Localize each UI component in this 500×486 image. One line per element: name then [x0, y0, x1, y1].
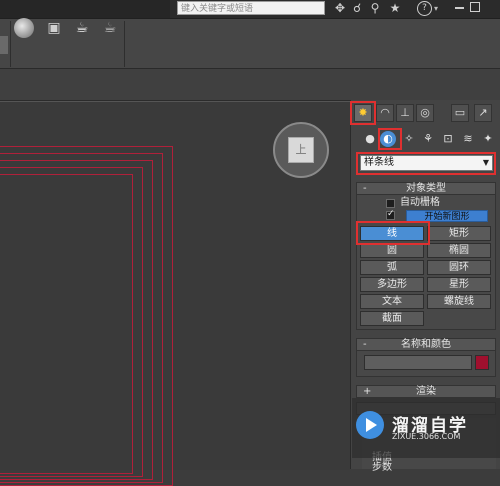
ngon-button[interactable]: 多边形	[360, 277, 424, 292]
watermark-url: ZIXUE.3066.COM	[392, 432, 461, 441]
watermark-logo-icon	[356, 411, 384, 439]
search-input[interactable]: 键入关键字或短语	[177, 1, 325, 15]
shapes-highlight	[378, 128, 402, 150]
object-color-swatch[interactable]	[475, 355, 489, 370]
create-tab-highlight	[350, 101, 376, 125]
display-tab-icon[interactable]: ▭	[451, 104, 469, 122]
render-setup-icon[interactable]	[14, 18, 34, 38]
donut-button[interactable]: 圆环	[427, 260, 491, 275]
steps-label: 步数	[372, 462, 392, 473]
communication-center-icon[interactable]: ⚲	[368, 1, 382, 15]
helix-button[interactable]: 螺旋线	[427, 294, 491, 309]
rectangle-button[interactable]: 矩形	[427, 226, 491, 241]
minimize-icon[interactable]	[455, 7, 464, 9]
rendered-frame-window-icon[interactable]: ▣	[44, 18, 64, 38]
render-production-icon[interactable]: ☕	[72, 18, 92, 38]
star-button[interactable]: 星形	[427, 277, 491, 292]
modify-tab-icon[interactable]: ◠	[376, 104, 394, 122]
section-button[interactable]: 截面	[360, 311, 424, 326]
utilities-tab-icon[interactable]: ↗	[474, 104, 492, 122]
object-type-rollout-header[interactable]: - 对象类型	[356, 182, 496, 195]
spline-rectangle[interactable]	[0, 174, 133, 474]
motion-tab-icon[interactable]: ◎	[416, 104, 434, 122]
toolbar-separator	[124, 21, 125, 67]
ellipse-button[interactable]: 椭圆	[427, 243, 491, 258]
circle-button[interactable]: 圆	[360, 243, 424, 258]
help-dropdown-icon[interactable]: ▾	[434, 4, 438, 13]
space-warps-icon[interactable]: ≋	[460, 131, 476, 147]
object-type-title: 对象类型	[406, 183, 446, 194]
arc-button[interactable]: 弧	[360, 260, 424, 275]
maximize-icon[interactable]	[470, 2, 480, 12]
secondary-toolbar	[0, 69, 500, 101]
render-iterative-icon[interactable]: ☕	[100, 18, 120, 38]
autogrid-checkbox[interactable]	[386, 199, 395, 208]
name-color-rollout-header[interactable]: - 名称和颜色	[356, 338, 496, 351]
subscription-icon[interactable]: ☌	[350, 1, 364, 15]
help-icon[interactable]: ?	[417, 1, 432, 16]
dropdown-highlight	[356, 152, 496, 175]
toolbar-edge-icon[interactable]	[0, 36, 8, 54]
favorites-star-icon[interactable]: ★	[388, 1, 402, 15]
line-button-highlight	[356, 221, 430, 245]
rendering-rollout-header[interactable]: + 渲染	[356, 385, 496, 398]
hierarchy-tab-icon[interactable]: ⊥	[396, 104, 414, 122]
start-new-shape-checkbox[interactable]	[386, 209, 395, 220]
autogrid-label: 自动栅格	[400, 197, 440, 208]
helpers-icon[interactable]: ⊡	[440, 131, 456, 147]
viewcube[interactable]: 上	[273, 122, 329, 178]
text-button[interactable]: 文本	[360, 294, 424, 309]
lights-icon[interactable]: ✧	[401, 131, 417, 147]
geometry-icon[interactable]: ●	[362, 131, 378, 147]
object-name-input[interactable]	[364, 355, 472, 370]
systems-icon[interactable]: ✦	[480, 131, 496, 147]
binoculars-icon[interactable]: ✥	[333, 1, 347, 15]
title-bar-left	[0, 0, 170, 18]
rendering-title: 渲染	[416, 386, 436, 397]
cameras-icon[interactable]: ⚘	[420, 131, 436, 147]
viewcube-top-face[interactable]: 上	[288, 137, 314, 163]
name-color-title: 名称和颜色	[401, 339, 451, 350]
toolbar-separator	[10, 21, 11, 67]
